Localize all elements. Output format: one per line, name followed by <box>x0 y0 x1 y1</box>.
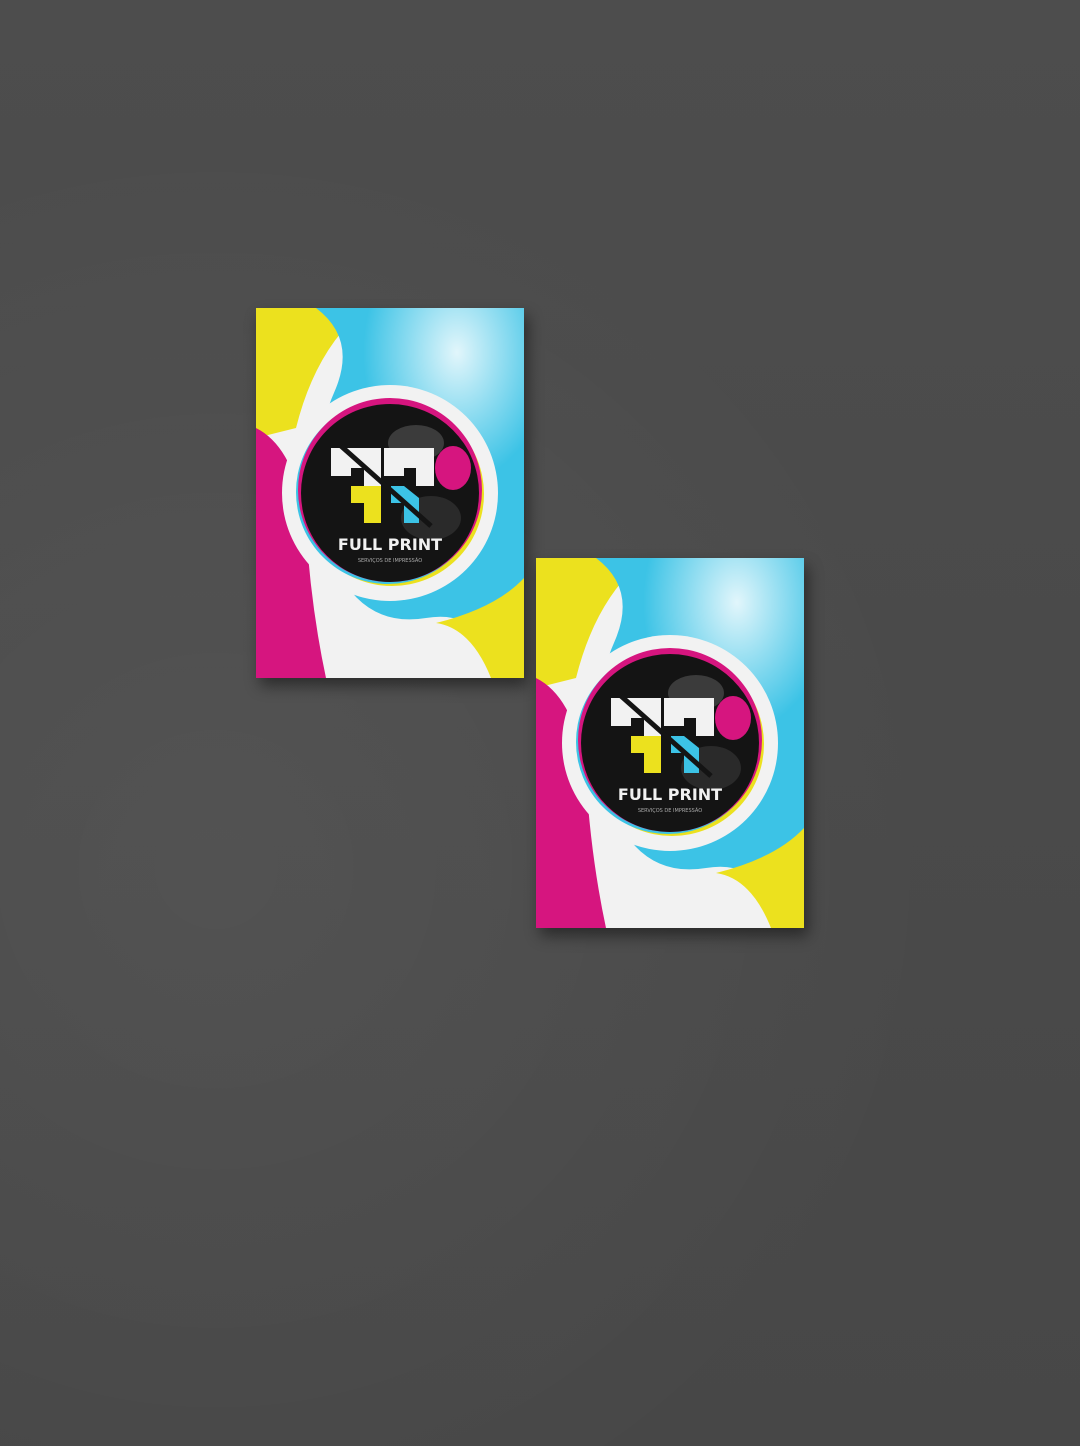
brand-tagline: SERVIÇOS DE IMPRESSÃO <box>638 807 702 814</box>
scene-background: FULL PRINT SERVIÇOS DE IMPRESSÃO FULL PR… <box>0 0 1080 1446</box>
card-artwork: FULL PRINT SERVIÇOS DE IMPRESSÃO <box>536 558 804 928</box>
business-card-front-2: FULL PRINT SERVIÇOS DE IMPRESSÃO <box>536 558 804 928</box>
brand-name: FULL PRINT <box>618 785 722 804</box>
logo-disc <box>301 404 479 582</box>
card-artwork: FULL PRINT SERVIÇOS DE IMPRESSÃO <box>256 308 524 678</box>
logo-disc <box>581 654 759 832</box>
brand-tagline: SERVIÇOS DE IMPRESSÃO <box>358 557 422 564</box>
business-card-front-1: FULL PRINT SERVIÇOS DE IMPRESSÃO <box>256 308 524 678</box>
brand-name: FULL PRINT <box>338 535 442 554</box>
